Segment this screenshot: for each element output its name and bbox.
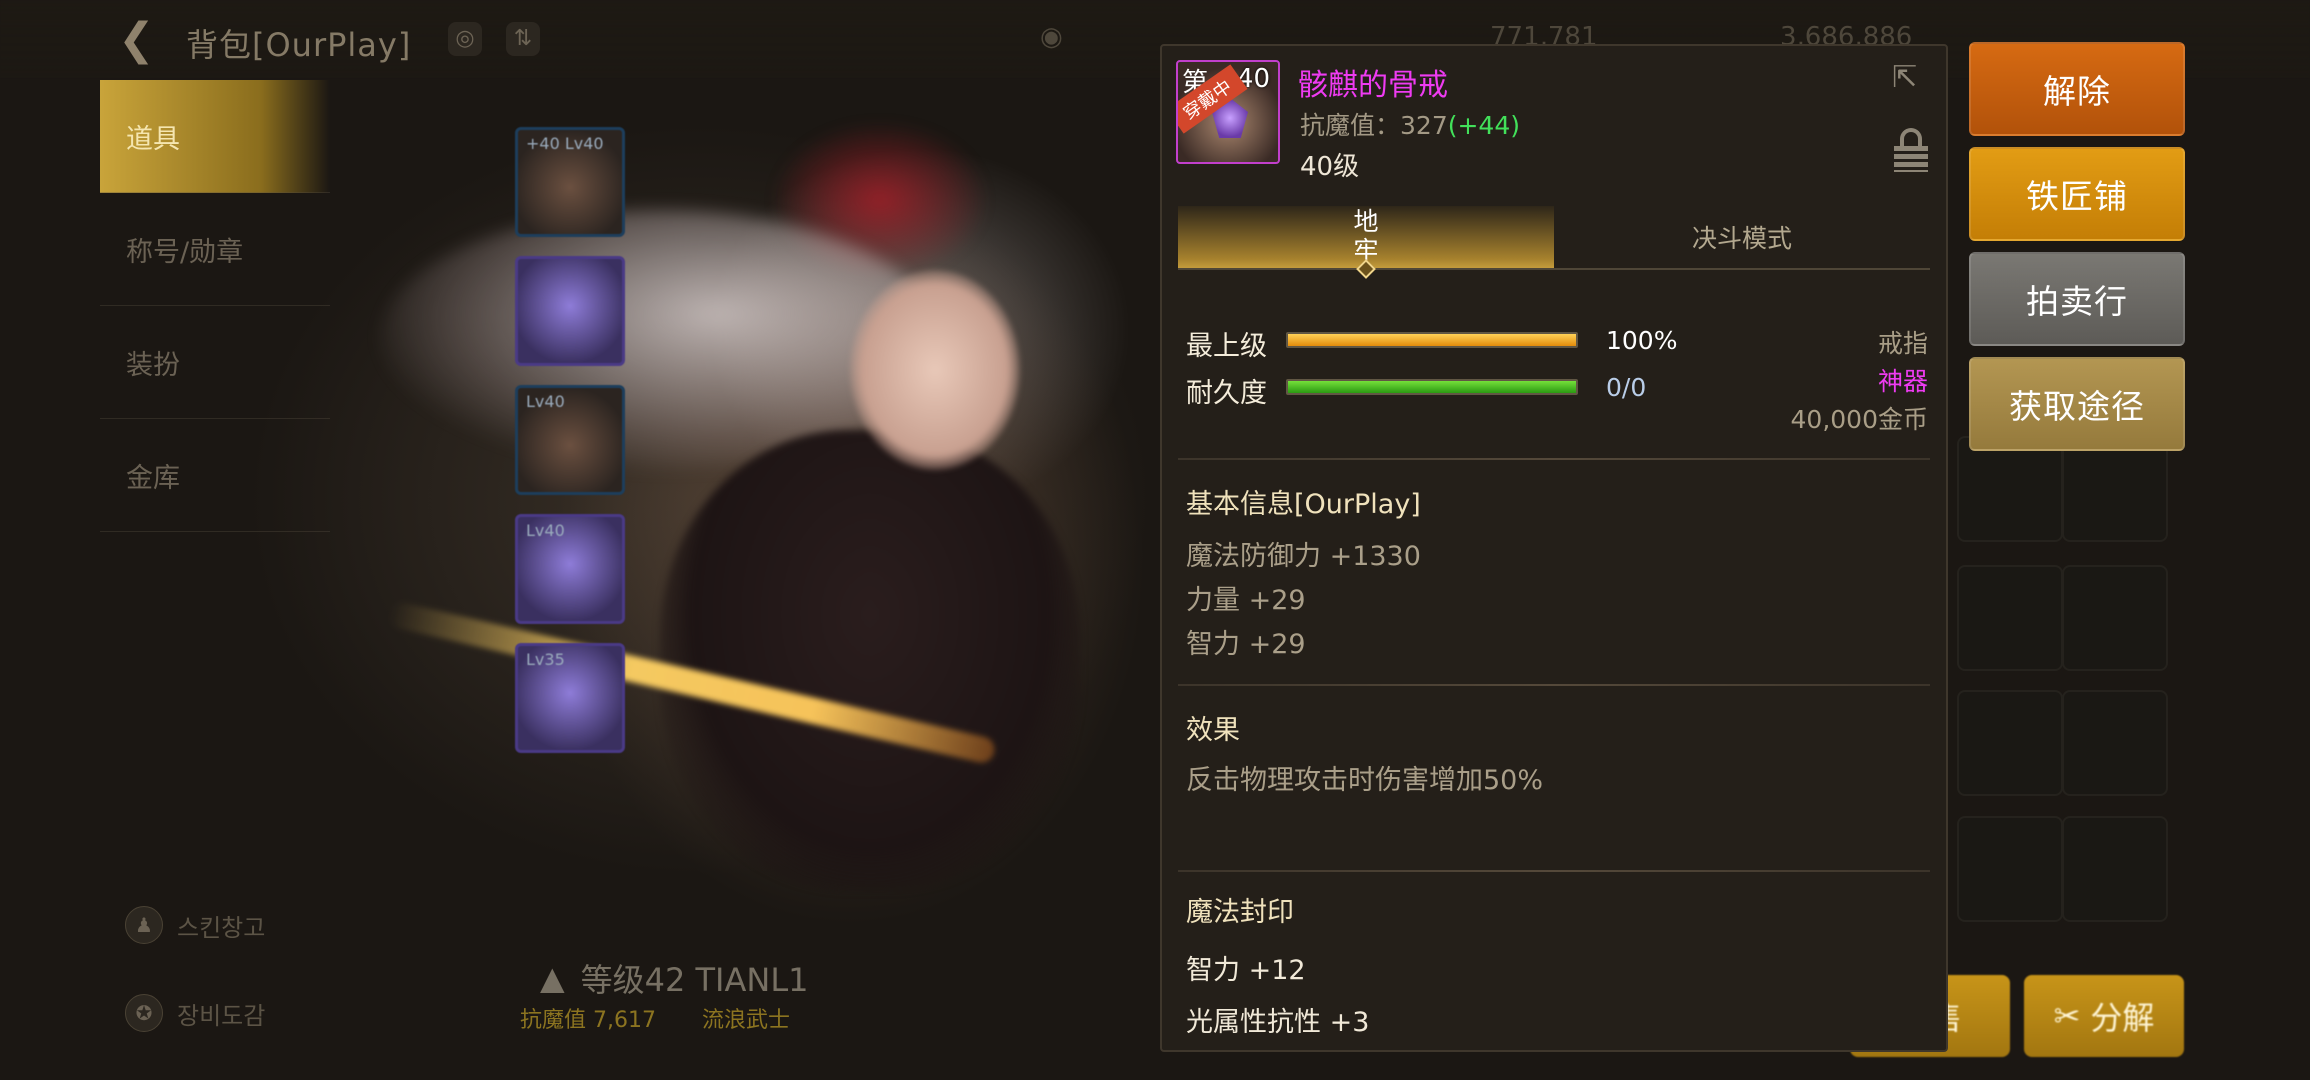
seal-line: 智力 +12 — [1186, 955, 1306, 986]
character-sub-info: 抗魔值 7,617 流浪武士 — [520, 1002, 790, 1034]
top-level-bar — [1286, 332, 1578, 348]
item-name: 骸麒的骨戒 — [1298, 68, 1448, 103]
item-type: 戒指 — [1877, 329, 1928, 358]
obtain-route-button[interactable]: 获取途径 — [1969, 357, 2185, 451]
effect-text: 反击物理攻击时伤害增加50% — [1186, 765, 1544, 796]
character-body — [660, 430, 1080, 890]
durability-row: 耐久度 — [1186, 371, 1267, 410]
divider — [1178, 684, 1930, 686]
item-grade: 神器 — [1877, 367, 1928, 396]
inventory-slot[interactable] — [2062, 565, 2168, 671]
tab-duel-mode[interactable]: 决斗模式 — [1554, 206, 1930, 268]
character-resist: 抗魔值 7,617 — [520, 1008, 656, 1033]
sort-icon[interactable]: ⇅ — [506, 22, 540, 56]
top-level-row: 最上级 — [1186, 324, 1267, 363]
seal-title: 魔法封印 — [1186, 897, 1294, 928]
basic-info-line: 力量 +29 — [1186, 585, 1306, 616]
equipment-slot-shoulder[interactable] — [515, 256, 625, 366]
equipment-column: +40 Lv40 Lv40 Lv40 Lv35 — [515, 127, 625, 772]
page-title: 背包[OurPlay] — [186, 26, 412, 64]
item-resist-bonus: (+44) — [1447, 111, 1520, 140]
inventory-slot[interactable] — [1957, 816, 2063, 922]
disassemble-button[interactable]: ✂ 分解 — [2024, 975, 2184, 1057]
menu-item-titles[interactable]: 称号/勋章 — [100, 193, 330, 306]
effect-title: 效果 — [1186, 715, 1240, 746]
top-level-label: 最上级 — [1186, 331, 1267, 362]
remove-button[interactable]: 解除 — [1969, 42, 2185, 136]
blacksmith-button[interactable]: 铁匠铺 — [1969, 147, 2185, 241]
equipment-codex-icon: ✪ — [125, 994, 163, 1032]
inventory-slot[interactable] — [2062, 690, 2168, 796]
character-class: 流浪武士 — [701, 1008, 790, 1033]
durability-bar-fill — [1288, 381, 1576, 393]
chevron-up-icon[interactable]: ▲ — [540, 959, 565, 997]
character-level-label: 等级42 TIANL1 — [580, 961, 809, 999]
left-menu: 道具 称号/勋章 装扮 金库 — [100, 80, 330, 532]
skin-storage-icon: ♟ — [125, 906, 163, 944]
disassemble-icon: ✂ — [2053, 997, 2081, 1035]
inventory-slot[interactable] — [2062, 816, 2168, 922]
gold-coin-icon: ◉ — [1040, 22, 1063, 52]
top-level-value: 100% — [1606, 326, 1678, 355]
equipment-codex-label: 장비도감 — [177, 1001, 266, 1030]
inventory-slot[interactable] — [1957, 690, 2063, 796]
item-icon[interactable]: 第 40 穿戴中 — [1176, 60, 1280, 164]
inventory-slot[interactable] — [2062, 436, 2168, 542]
menu-item-vault[interactable]: 金库 — [100, 419, 330, 532]
basic-info-line: 智力 +29 — [1186, 629, 1306, 660]
top-level-bar-fill — [1288, 334, 1576, 346]
durability-value: 0/0 — [1606, 373, 1647, 402]
item-resist-value: 327 — [1400, 111, 1448, 140]
divider — [1178, 458, 1930, 460]
character-face — [850, 270, 1020, 470]
item-level: 40级 — [1300, 152, 1360, 182]
equipment-slot-belt[interactable]: +40 Lv40 — [515, 127, 625, 237]
equipment-slot-ring[interactable]: Lv35 — [515, 643, 625, 753]
menu-item-items[interactable]: 道具 — [100, 80, 330, 193]
equipment-codex-link[interactable]: ✪ 장비도감 — [125, 994, 265, 1032]
basic-info-title: 基本信息[OurPlay] — [1186, 489, 1421, 520]
inventory-slot[interactable] — [1957, 565, 2063, 671]
auction-house-button[interactable]: 拍卖行 — [1969, 252, 2185, 346]
seal-line: 光属性抗性 +3 — [1186, 1007, 1370, 1038]
item-price: 40,000金币 — [1790, 405, 1928, 434]
character-level: ▲ 等级42 TIANL1 — [540, 955, 809, 1001]
share-icon[interactable]: ⇱ — [1892, 60, 1932, 95]
lock-icon[interactable] — [1894, 128, 1928, 172]
tab-dungeon[interactable]: 地牢 — [1178, 206, 1554, 279]
divider — [1178, 870, 1930, 872]
back-arrow-icon[interactable]: ❮ — [118, 18, 166, 62]
inventory-slot[interactable] — [1957, 436, 2063, 542]
mode-tabs: 地牢 决斗模式 — [1178, 206, 1930, 279]
skin-storage-label: 스킨창고 — [177, 913, 266, 942]
basic-info-line: 魔法防御力 +1330 — [1186, 541, 1421, 572]
durability-bar — [1286, 379, 1578, 395]
equipment-slot-necklace[interactable]: Lv40 — [515, 514, 625, 624]
durability-label: 耐久度 — [1186, 378, 1267, 409]
equipment-slot-gloves[interactable]: Lv40 — [515, 385, 625, 495]
item-resist: 抗魔值：327(+44) — [1300, 111, 1520, 140]
menu-item-costume[interactable]: 装扮 — [100, 306, 330, 419]
item-detail-panel: 第 40 穿戴中 骸麒的骨戒 抗魔值：327(+44) 40级 ⇱ 地牢 决斗模… — [1160, 44, 1948, 1052]
coin-icon[interactable]: ◎ — [448, 22, 482, 56]
skin-storage-link[interactable]: ♟ 스킨창고 — [125, 906, 265, 944]
